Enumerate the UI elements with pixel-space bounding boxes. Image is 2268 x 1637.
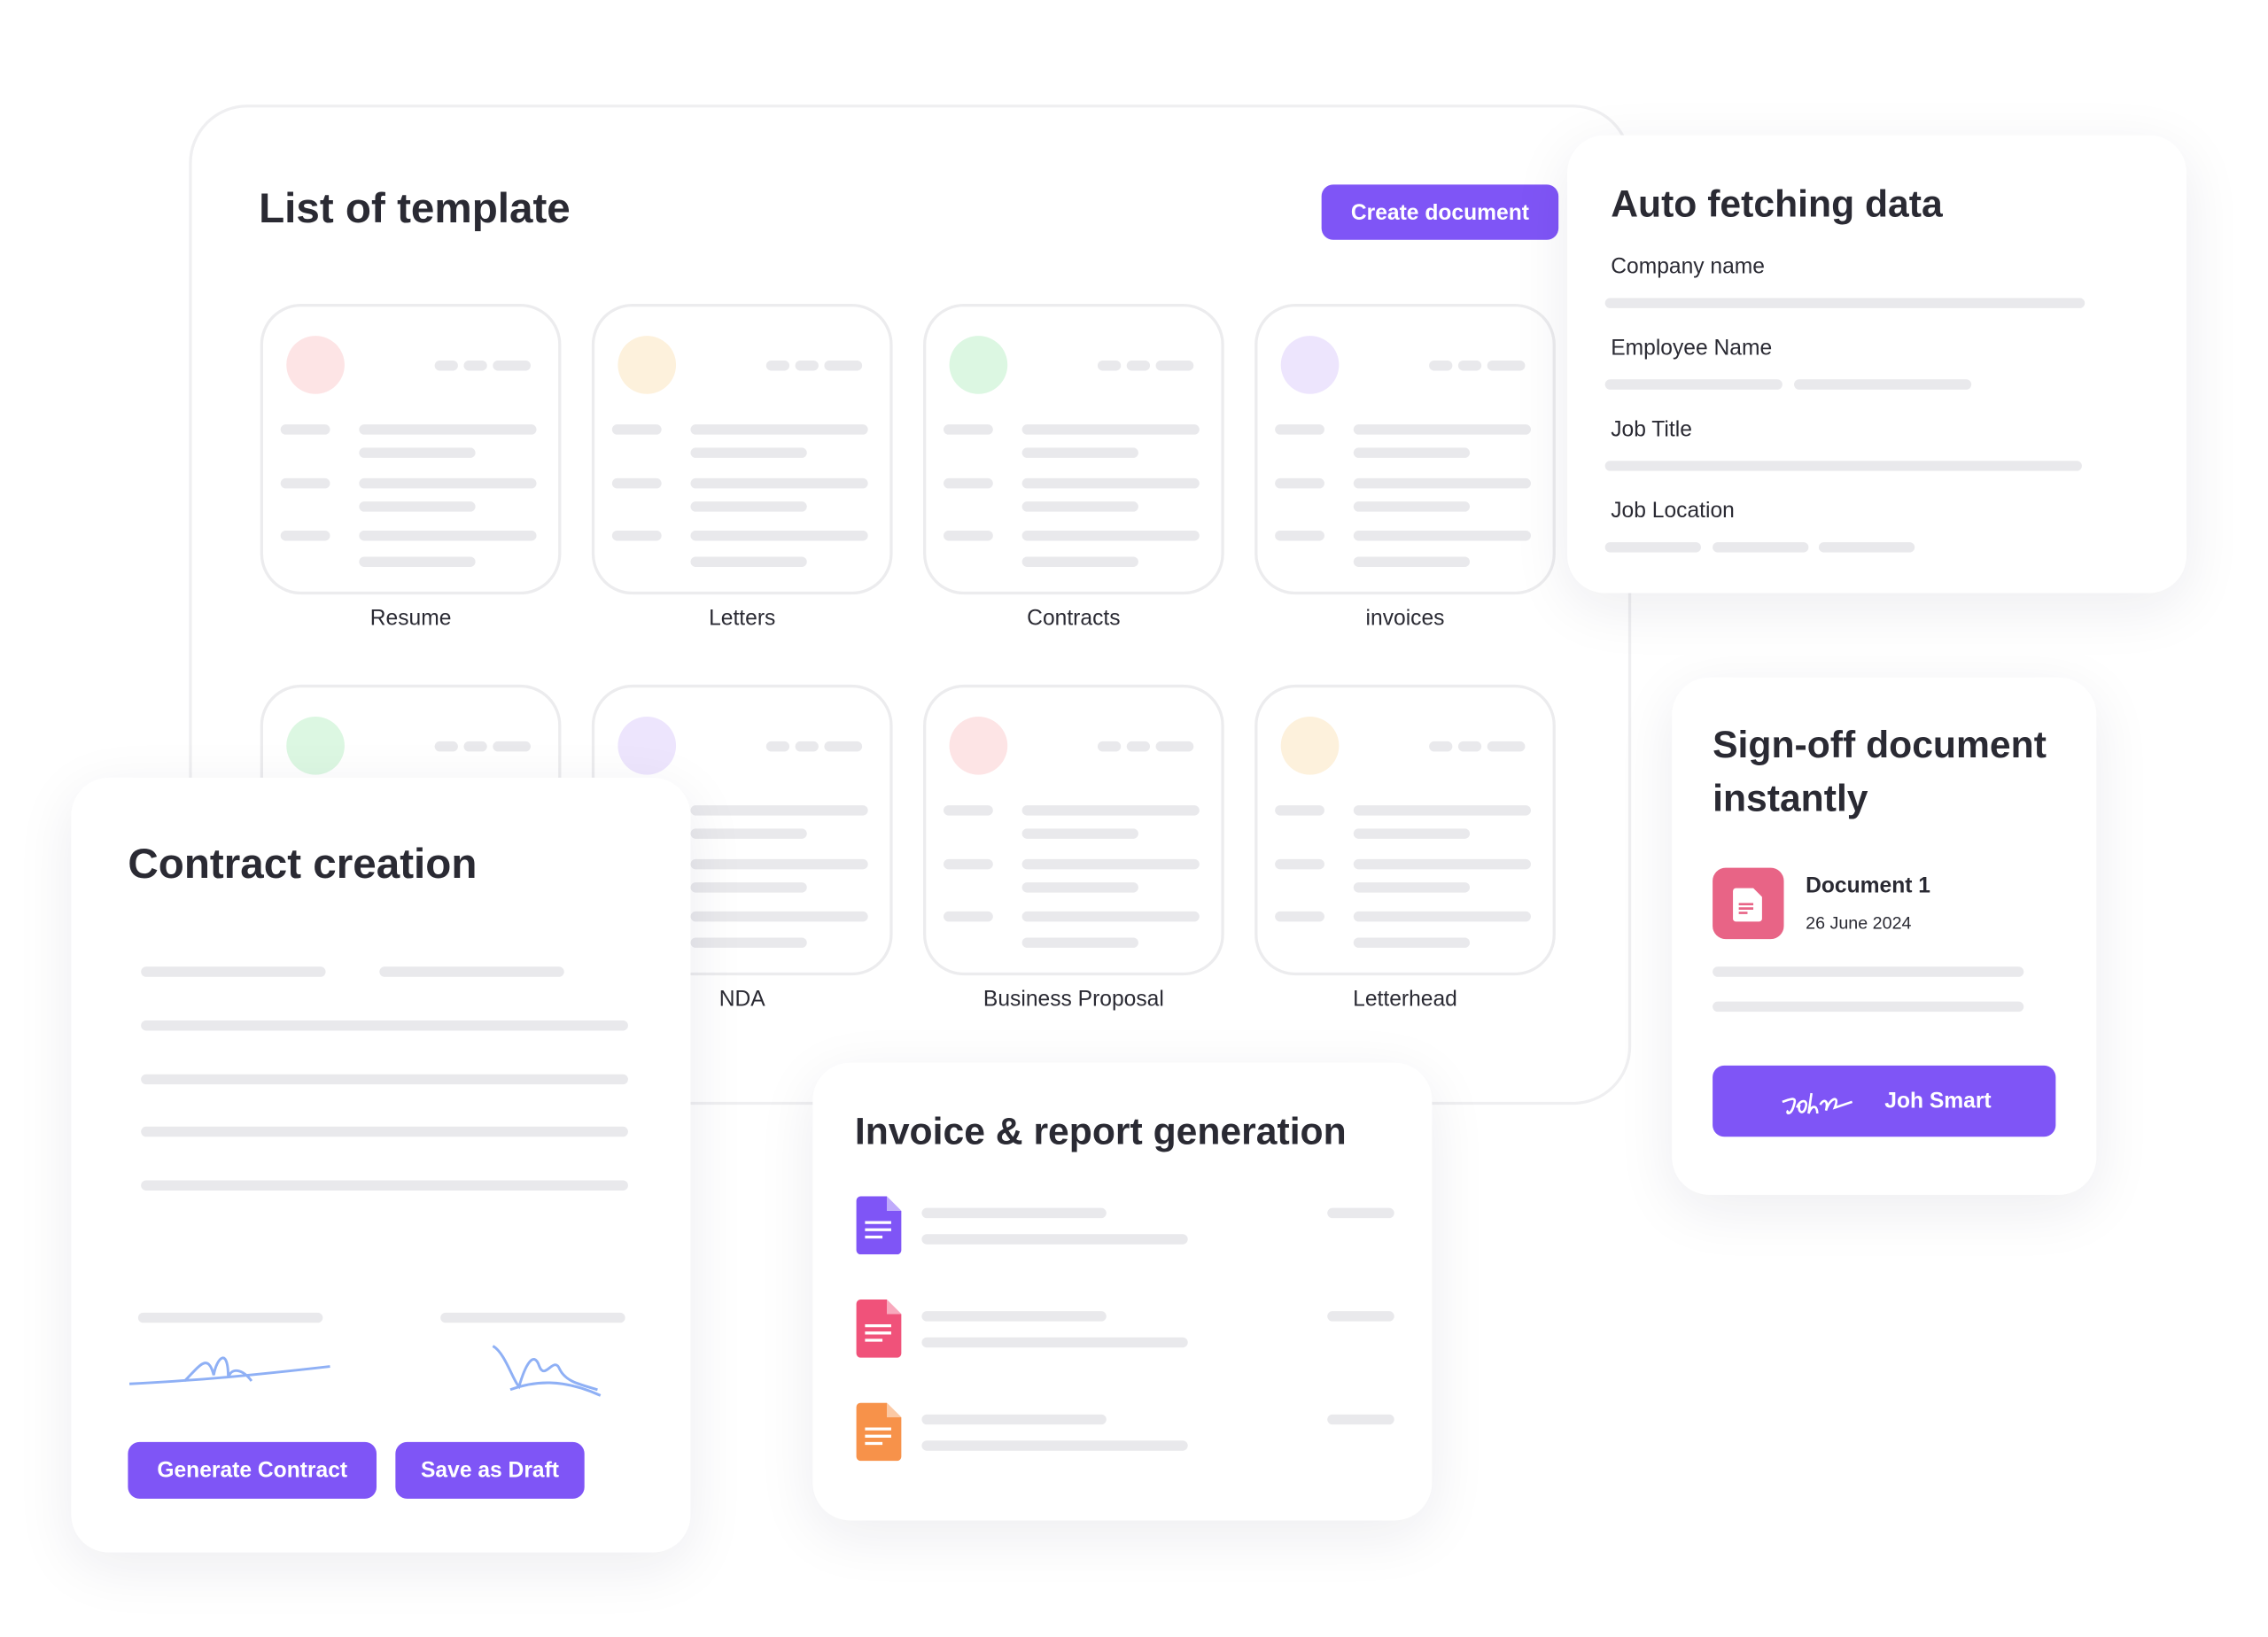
field-label: Job Title	[1611, 416, 1692, 442]
document-name: Document 1	[1806, 873, 1931, 899]
create-document-button[interactable]: Create document	[1321, 184, 1559, 240]
avatar-placeholder	[617, 336, 677, 394]
template-label: Letterhead	[1353, 987, 1457, 1012]
invoice-card: Invoice & report generation	[812, 1062, 1433, 1521]
generate-contract-button[interactable]: Generate Contract	[128, 1441, 377, 1499]
field-label: Company name	[1611, 254, 1765, 280]
field-label: Employee Name	[1611, 336, 1773, 361]
file-icon	[856, 1300, 902, 1358]
template-card[interactable]	[1254, 684, 1556, 976]
contract-creation-card: Contract creation Generate Contract Save…	[71, 777, 691, 1553]
avatar-placeholder	[286, 717, 345, 775]
signature-right	[492, 1345, 602, 1397]
template-card[interactable]	[591, 303, 893, 595]
field-label: Job Location	[1611, 498, 1735, 524]
page-title: List of template	[259, 186, 571, 233]
avatar-placeholder	[1280, 336, 1340, 394]
contract-title: Contract creation	[128, 842, 478, 888]
file-icon	[856, 1402, 902, 1462]
template-card[interactable]	[260, 303, 562, 595]
signer-name: Joh Smart	[1884, 1089, 1992, 1114]
invoice-title: Invoice & report generation	[854, 1109, 1347, 1153]
template-label: invoices	[1365, 606, 1445, 632]
template-card[interactable]	[923, 303, 1224, 595]
document-date: 26 June 2024	[1806, 912, 1912, 934]
template-label: Resume	[369, 606, 452, 632]
save-draft-button[interactable]: Save as Draft	[395, 1441, 585, 1499]
sign-button[interactable]: Joh Smart	[1713, 1065, 2056, 1137]
signoff-card: Sign-off document instantly Document 1 2…	[1672, 677, 2097, 1195]
template-label: Contracts	[1027, 606, 1121, 632]
avatar-placeholder	[949, 336, 1008, 394]
template-label: Letters	[709, 606, 776, 632]
file-icon	[856, 1196, 902, 1255]
signoff-title: Sign-off document instantly	[1713, 722, 2047, 820]
avatar-placeholder	[617, 717, 677, 775]
template-card[interactable]	[1254, 303, 1556, 595]
signature-left	[128, 1356, 330, 1385]
avatar-placeholder	[949, 717, 1008, 775]
auto-fetch-title: Auto fetching data	[1611, 182, 1943, 226]
template-card[interactable]	[923, 684, 1224, 976]
avatar-placeholder	[1280, 717, 1340, 775]
auto-fetch-card: Auto fetching data Company name Employee…	[1566, 135, 2187, 594]
document-icon	[1713, 867, 1784, 940]
avatar-placeholder	[286, 336, 345, 394]
template-label: Business Proposal	[983, 987, 1164, 1012]
signature-icon	[1782, 1092, 1853, 1114]
